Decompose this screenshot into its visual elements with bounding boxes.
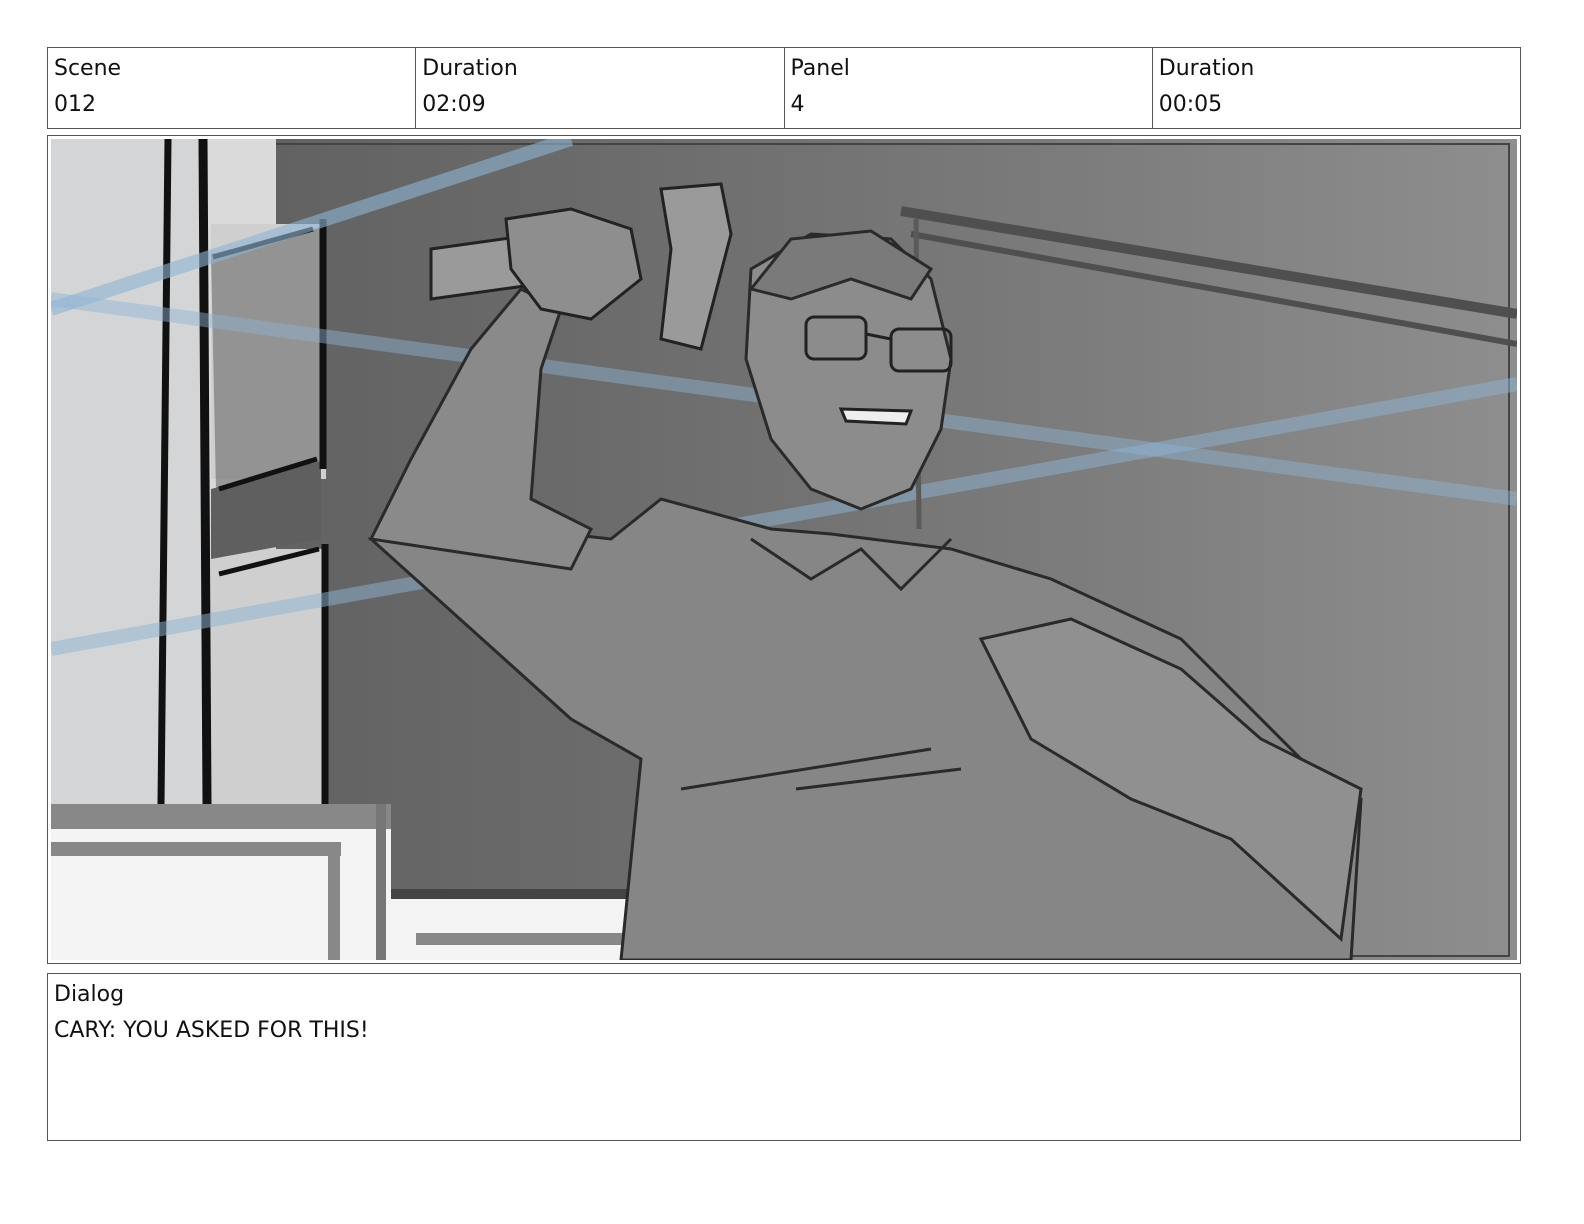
panel-label: Panel	[790, 56, 850, 81]
dialog-label: Dialog	[54, 982, 125, 1007]
scene-duration-label: Duration	[422, 56, 518, 81]
scene-duration-cell: Duration 02:09	[416, 48, 785, 128]
scene-label: Scene	[54, 56, 122, 81]
panel-duration-value: 00:05	[1158, 92, 1223, 117]
dialog-text: CARY: YOU ASKED FOR THIS!	[54, 1018, 369, 1043]
panel-info-header: Scene 012 Duration 02:09 Panel 4 Duratio…	[47, 47, 1521, 129]
panel-duration-cell: Duration 00:05	[1153, 48, 1520, 128]
scene-value: 012	[54, 92, 96, 117]
panel-cell: Panel 4	[785, 48, 1153, 128]
storyboard-panel	[47, 135, 1521, 964]
storyboard-sketch-image	[51, 139, 1517, 960]
dialog-box: Dialog CARY: YOU ASKED FOR THIS!	[47, 973, 1521, 1141]
panel-value: 4	[790, 92, 805, 117]
scene-duration-value: 02:09	[422, 92, 486, 117]
panel-duration-label: Duration	[1158, 56, 1255, 81]
scene-cell: Scene 012	[48, 48, 417, 128]
